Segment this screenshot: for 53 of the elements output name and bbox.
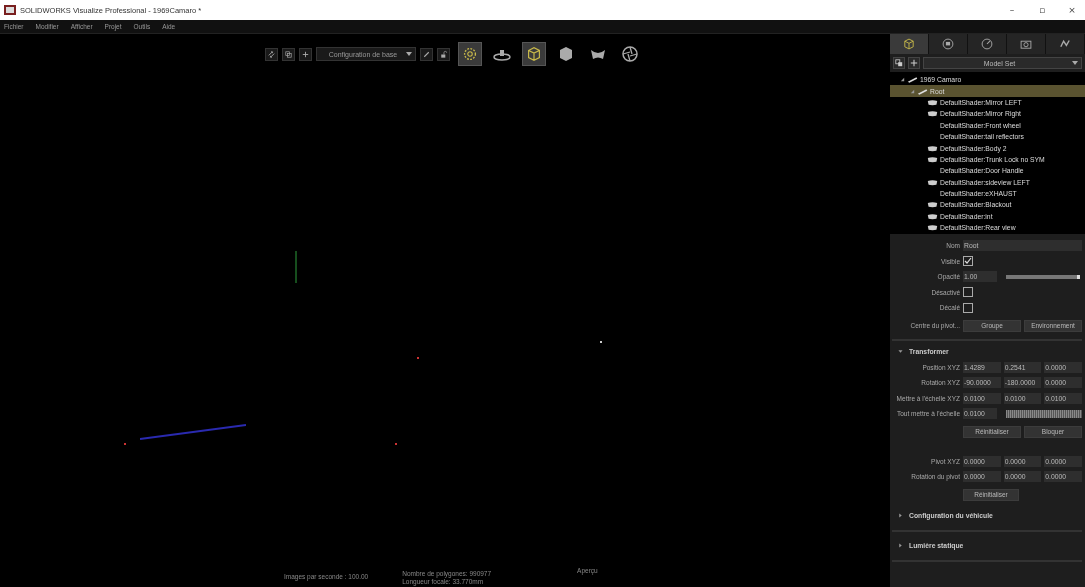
pencil-button[interactable] [420,47,433,61]
copy-button[interactable] [282,47,295,61]
model-thumbnail-icon [927,144,938,152]
model-thumbnail-icon [927,224,938,232]
duplicate-icon [895,59,903,67]
app-logo-icon [4,5,16,15]
lock-icon [439,49,448,59]
sphere-icon [941,37,955,51]
axis-line [295,251,297,283]
caret-icon [406,52,412,56]
gear-button[interactable] [458,42,482,66]
caret-icon [1072,61,1078,65]
window-control-button[interactable]: – [999,5,1025,15]
visible-checkbox[interactable] [963,256,973,267]
add-button[interactable] [299,47,312,61]
gear-icon [461,45,479,63]
add-button[interactable] [908,57,920,69]
model-thumbnail-icon [927,212,938,220]
window-control-button[interactable]: × [1059,5,1085,15]
render-tab[interactable] [1046,34,1085,54]
lock-button[interactable] [437,47,450,61]
scene-tab[interactable] [968,34,1007,54]
disclosure-arrow-icon [898,513,903,518]
model-thumbnail-icon [927,201,938,209]
model-thumbnail-icon [927,178,938,186]
add-icon [301,49,310,59]
swap-icon [267,49,276,59]
point-marker [417,357,419,359]
point-marker [600,341,602,343]
plus-icon [910,59,918,67]
point-marker [395,443,397,445]
pencil-icon [422,49,431,59]
swap-button[interactable] [265,47,278,61]
cube-icon [525,45,543,63]
camera-tab[interactable] [1007,34,1046,54]
disclosure-arrow-icon [898,349,903,354]
model-tab[interactable] [890,34,929,54]
window-control-button[interactable]: ▫ [1029,5,1055,15]
model-thumbnail-icon [927,155,938,163]
point-marker [124,443,126,445]
model-thumbnail-icon [917,87,928,95]
delayed-checkbox[interactable] [963,302,973,313]
jog-wheel[interactable] [1006,409,1082,418]
appearance-tab[interactable] [929,34,968,54]
cube-icon [902,37,916,51]
duplicate-button[interactable] [893,57,905,69]
cube-button[interactable] [522,42,546,66]
disclosure-arrow-icon [898,543,903,548]
model-thumbnail-icon [927,110,938,118]
copy-icon [284,49,293,59]
dial-icon [980,37,994,51]
model-thumbnail-icon [927,98,938,106]
aperture-icon [620,44,640,64]
